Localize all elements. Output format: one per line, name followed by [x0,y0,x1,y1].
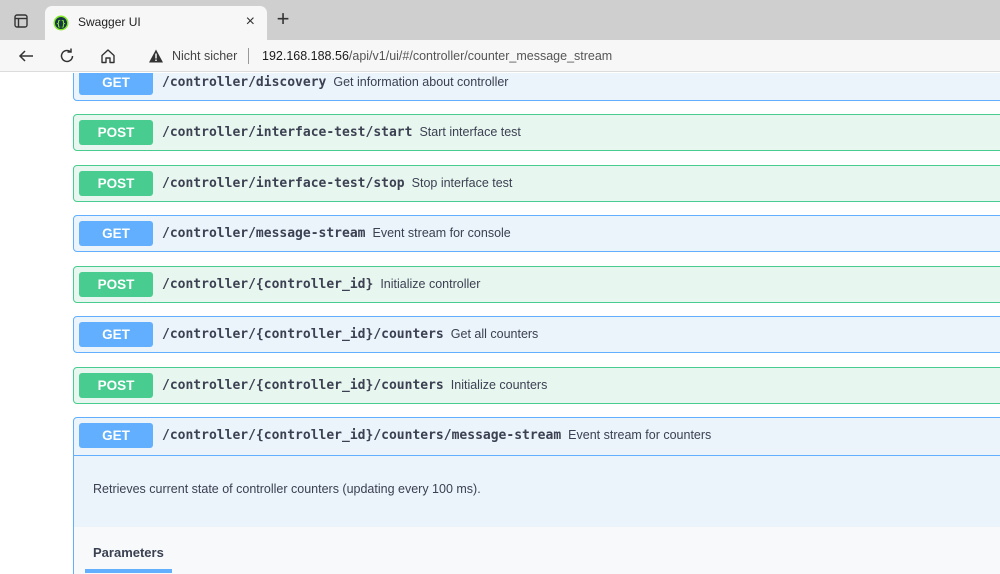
method-badge: POST [79,171,153,196]
operation-summary: Get all counters [450,327,539,341]
warning-icon[interactable] [148,48,164,64]
operation-row[interactable]: POST /controller/{controller_id}/counter… [73,367,1000,404]
divider [74,455,1000,456]
method-badge: POST [79,272,153,297]
operation-row[interactable]: POST /controller/interface-test/stop Stop… [73,165,1000,202]
operation-row[interactable]: POST /controller/{controller_id} Initiali… [73,266,1000,303]
parameters-section: Parameters [74,527,1000,574]
path-text: /controller/{controller_id} [162,277,374,292]
operation-summary: Event stream for console [372,226,511,240]
operation-summary: Event stream for counters [568,428,712,442]
path-text: /controller/message-stream [162,226,366,241]
path-text: /controller/discovery [162,75,327,90]
operation-path: /controller/interface-test/start Start in… [162,125,521,140]
reload-icon[interactable] [55,44,79,68]
active-tab-indicator [85,569,172,573]
operation-summary: Start interface test [419,125,521,139]
operation-description: Retrieves current state of controller co… [93,482,481,496]
tab-parameters[interactable]: Parameters [93,545,164,560]
operation-path: /controller/{controller_id} Initialize co… [162,277,480,292]
path-text: /controller/interface-test/stop [162,176,405,191]
method-badge: GET [79,73,153,95]
swagger-page: GET /controller/discovery Get information… [0,73,1000,574]
path-text: /controller/{controller_id}/counters [162,378,444,393]
address-divider [248,48,249,64]
address-bar[interactable]: Nicht sicher 192.168.188.56/api/v1/ui/#/… [140,42,1000,70]
security-status[interactable]: Nicht sicher [172,49,237,63]
svg-text:{}: {} [56,19,66,28]
operation-summary: Initialize counters [450,378,548,392]
operation-row[interactable]: GET /controller/{controller_id}/counters… [73,316,1000,353]
favicon-icon: {} [53,15,69,31]
new-tab-button[interactable]: + [272,8,294,31]
path-text: /controller/{controller_id}/counters/mes… [162,428,562,443]
back-icon[interactable] [14,44,38,68]
method-badge: POST [79,120,153,145]
tab-bar: {} Swagger UI × + [0,0,1000,40]
close-tab-icon[interactable]: × [246,13,255,31]
method-badge: GET [79,423,153,448]
path-text: /controller/{controller_id}/counters [162,327,444,342]
operation-row[interactable]: POST /controller/interface-test/start Sta… [73,114,1000,151]
tab-title: Swagger UI [78,15,141,29]
operation-summary: Stop interface test [411,176,513,190]
operation-row[interactable]: GET /controller/discovery Get information… [73,73,1000,101]
url-host: 192.168.188.56 [262,49,349,63]
path-text: /controller/interface-test/start [162,125,413,140]
operation-path: /controller/{controller_id}/counters Get … [162,327,538,342]
tab-actions-icon[interactable] [10,10,32,32]
url-path: /api/v1/ui/#/controller/counter_message_… [348,49,613,63]
operation-summary: Get information about controller [333,75,509,89]
operation-summary: Initialize controller [380,277,481,291]
url-text[interactable]: 192.168.188.56/api/v1/ui/#/controller/co… [262,49,612,63]
operation-path: /controller/{controller_id}/counters/mes… [162,428,711,443]
expanded-operation: GET /controller/{controller_id}/counters… [73,417,1000,574]
operation-path: /controller/discovery Get information abo… [162,75,508,90]
method-badge: GET [79,221,153,246]
operation-path: /controller/{controller_id}/counters Init… [162,378,547,393]
operation-row[interactable]: GET /controller/message-stream Event stre… [73,215,1000,252]
operation-path: /controller/interface-test/stop Stop inte… [162,176,512,191]
browser-tab[interactable]: {} Swagger UI × [45,6,267,40]
home-icon[interactable] [96,44,120,68]
method-badge: GET [79,322,153,347]
browser-toolbar: Nicht sicher 192.168.188.56/api/v1/ui/#/… [0,40,1000,72]
method-badge: POST [79,373,153,398]
operation-path: /controller/message-stream Event stream f… [162,226,511,241]
operation-row-expanded[interactable]: GET /controller/{controller_id}/counters… [74,418,1000,455]
